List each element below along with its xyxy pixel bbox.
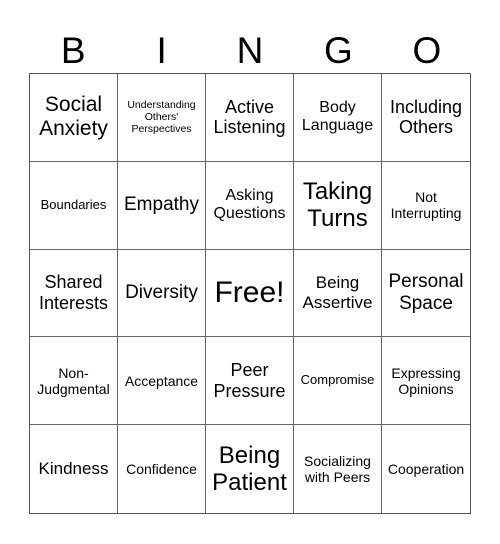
header-letter-i: I [156,30,167,71]
bingo-cell[interactable]: Social Anxiety [30,74,118,162]
bingo-cell[interactable]: Boundaries [30,161,118,250]
bingo-cell[interactable]: Kindness [30,425,118,513]
bingo-cell[interactable]: Confidence [118,425,206,513]
bingo-cell[interactable]: Non-Judgmental [30,337,118,426]
bingo-cell[interactable]: Acceptance [118,337,206,426]
bingo-cell[interactable]: Personal Space [382,250,470,338]
bingo-cell[interactable]: Taking Turns [294,161,382,250]
bingo-cell[interactable]: Not Interrupting [382,162,470,250]
bingo-cell[interactable]: Being Patient [206,425,294,513]
bingo-cell[interactable]: Expressing Opinions [382,337,470,426]
bingo-cell[interactable]: Asking Questions [206,161,294,250]
bingo-cell[interactable]: Diversity [118,249,206,338]
bingo-cell[interactable]: Cooperation [382,425,470,513]
header-letter-g: G [324,30,353,71]
header-letter-b: B [60,30,86,71]
bingo-cell[interactable]: Body Language [294,74,382,162]
bingo-cell[interactable]: Being Assertive [294,249,382,338]
free-space-cell[interactable]: Free! [206,249,294,338]
header-letter-o: O [412,30,442,71]
bingo-cell[interactable]: Compromise [294,337,382,426]
bingo-cell[interactable]: Peer Pressure [206,337,294,426]
bingo-cell[interactable]: Including Others [382,74,470,162]
bingo-cell[interactable]: Shared Interests [30,249,118,338]
bingo-cell[interactable]: Understanding Others' Perspectives [118,74,206,162]
bingo-cell[interactable]: Empathy [118,161,206,250]
bingo-cell[interactable]: Active Listening [206,74,294,162]
header-letter-n: N [236,30,264,71]
bingo-header: B I N G O [29,28,471,73]
bingo-cell[interactable]: Socializing with Peers [294,425,382,513]
bingo-card: Social Anxiety Understanding Others' Per… [29,73,471,514]
